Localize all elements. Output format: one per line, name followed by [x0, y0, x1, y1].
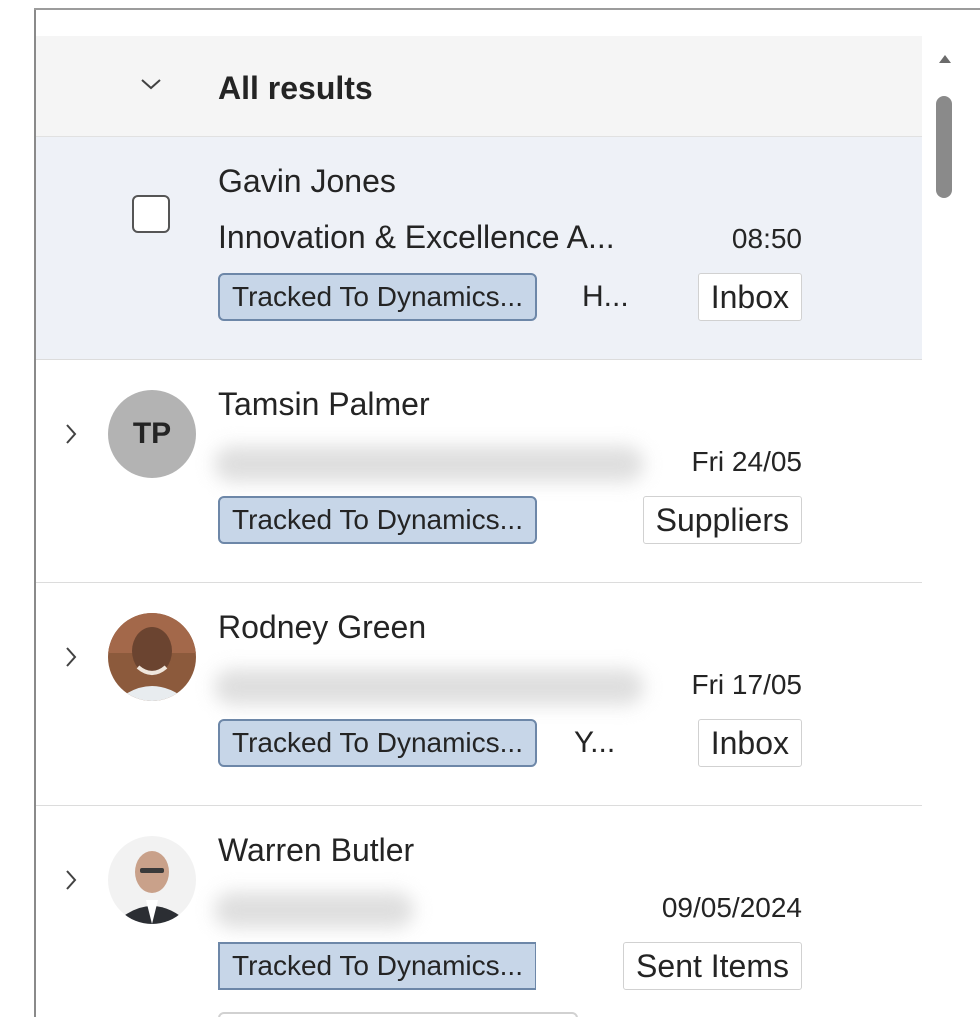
avatar: TP: [108, 390, 196, 478]
message-sender: Gavin Jones: [218, 163, 396, 199]
message-preview: Y...: [574, 726, 616, 759]
message-time: Fri 24/05: [691, 446, 803, 477]
message-time: 08:50: [731, 223, 802, 254]
redacted-subject: [214, 669, 644, 705]
chevron-right-icon[interactable]: [64, 868, 78, 892]
window-top-edge: [34, 0, 980, 10]
category-tag[interactable]: Tracked To Dynamics...: [218, 273, 537, 321]
message-sender: Tamsin Palmer: [218, 386, 430, 422]
scrollbar-thumb[interactable]: [936, 96, 952, 198]
avatar-initials: TP: [132, 417, 172, 450]
redacted-subject: [214, 446, 644, 482]
message-row[interactable]: Warren Butler 09/05/2024 Tracked To Dyna…: [36, 806, 922, 1017]
message-subject: Innovation & Excellence A...: [218, 219, 615, 255]
folder-badge[interactable]: Suppliers: [642, 496, 802, 544]
redacted-subject: [214, 892, 414, 928]
group-title: All results: [218, 70, 373, 106]
folder-badge[interactable]: Sent Items: [623, 942, 802, 990]
message-row[interactable]: TP Tamsin Palmer Fri 24/05 Tracked To Dy…: [36, 360, 922, 584]
message-time: 09/05/2024: [661, 892, 802, 923]
folder-badge[interactable]: Inbox: [697, 719, 802, 767]
chevron-right-icon[interactable]: [64, 422, 78, 446]
message-time: Fri 17/05: [691, 669, 803, 700]
message-sender: Rodney Green: [218, 609, 427, 645]
avatar: [108, 613, 196, 701]
vertical-scrollbar[interactable]: [922, 10, 980, 1017]
message-row[interactable]: Gavin Jones Innovation & Excellence A...…: [36, 137, 922, 361]
avatar-photo: [108, 613, 196, 701]
avatar-photo: [108, 836, 196, 924]
message-sender: Warren Butler: [218, 832, 415, 868]
category-tag[interactable]: Tracked To Dynamics...: [218, 496, 537, 544]
message-preview: H...: [582, 280, 629, 313]
category-tag[interactable]: Tracked To Dynamics...: [218, 942, 536, 990]
select-checkbox[interactable]: [132, 195, 170, 233]
category-tag[interactable]: Tracked To Dynamics...: [218, 719, 537, 767]
message-row[interactable]: Rodney Green Fri 17/05 Tracked To Dynami…: [36, 583, 922, 807]
folder-badge[interactable]: Inbox: [697, 273, 802, 321]
chevron-down-icon[interactable]: [140, 76, 162, 92]
avatar: [108, 836, 196, 924]
message-list: All results Gavin Jones Innovation & Exc…: [36, 10, 922, 1017]
search-results-panel: All results Gavin Jones Innovation & Exc…: [36, 10, 980, 1017]
chevron-right-icon[interactable]: [64, 645, 78, 669]
scroll-up-arrow-icon[interactable]: [938, 54, 952, 64]
window-left-edge: [0, 0, 36, 1017]
results-group-header[interactable]: All results: [36, 36, 922, 137]
next-row-peek: [218, 1012, 578, 1017]
